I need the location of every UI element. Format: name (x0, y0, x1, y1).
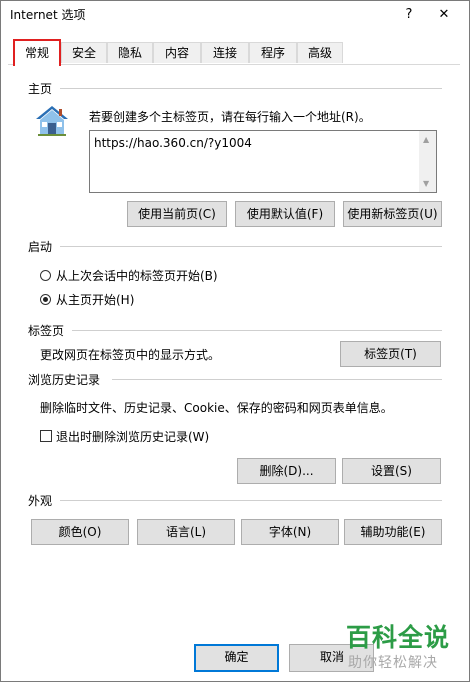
home-icon (34, 104, 70, 138)
tab-security[interactable]: 安全 (61, 42, 107, 63)
homepage-url-text: https://hao.360.cn/?y1004 (94, 136, 252, 150)
tabs-description: 更改网页在标签页中的显示方式。 (40, 348, 221, 362)
history-divider (112, 379, 442, 380)
tab-strip-baseline (8, 64, 460, 65)
tab-content[interactable]: 内容 (153, 42, 201, 63)
help-button[interactable]: ? (397, 4, 421, 26)
history-description: 删除临时文件、历史记录、Cookie、保存的密码和网页表单信息。 (40, 401, 393, 415)
use-new-tab-button[interactable]: 使用新标签页(U) (343, 201, 442, 227)
languages-button[interactable]: 语言(L) (137, 519, 235, 545)
tabs-divider (72, 330, 442, 331)
close-button[interactable]: ✕ (432, 4, 456, 26)
startup-divider (60, 246, 442, 247)
use-current-button[interactable]: 使用当前页(C) (127, 201, 227, 227)
history-settings-button[interactable]: 设置(S) (342, 458, 441, 484)
scroll-up-icon[interactable]: ▲ (423, 135, 429, 144)
watermark-logo: 百科全说 (346, 623, 451, 652)
homepage-divider (60, 88, 442, 89)
colors-button[interactable]: 颜色(O) (31, 519, 129, 545)
tabs-settings-button[interactable]: 标签页(T) (340, 341, 441, 367)
textarea-scrollbar[interactable]: ▲ ▼ (419, 131, 436, 192)
tab-programs[interactable]: 程序 (249, 42, 297, 63)
tab-advanced[interactable]: 高级 (297, 42, 343, 63)
window-title: Internet 选项 (10, 8, 86, 22)
radio-last-session-label: 从上次会话中的标签页开始(B) (56, 269, 218, 283)
homepage-section-label: 主页 (28, 82, 53, 96)
delete-on-exit-label: 退出时删除浏览历史记录(W) (56, 430, 210, 444)
homepage-instruction: 若要创建多个主标签页，请在每行输入一个地址(R)。 (89, 110, 371, 124)
appearance-divider (60, 500, 442, 501)
fonts-button[interactable]: 字体(N) (241, 519, 339, 545)
accessibility-button[interactable]: 辅助功能(E) (344, 519, 442, 545)
delete-on-exit-checkbox[interactable] (40, 430, 52, 442)
delete-history-button[interactable]: 删除(D)... (237, 458, 336, 484)
scroll-down-icon[interactable]: ▼ (423, 179, 429, 188)
tab-connections[interactable]: 连接 (201, 42, 249, 63)
tabs-section-label: 标签页 (28, 324, 65, 338)
radio-last-session[interactable] (40, 270, 51, 281)
tab-general[interactable]: 常规 (13, 39, 61, 66)
ok-button[interactable]: 确定 (194, 644, 279, 672)
watermark-slogan: 助你轻松解决 (348, 655, 438, 671)
history-section-label: 浏览历史记录 (28, 373, 101, 387)
startup-section-label: 启动 (28, 240, 53, 254)
radio-start-home[interactable] (40, 294, 51, 305)
appearance-section-label: 外观 (28, 494, 53, 508)
use-default-button[interactable]: 使用默认值(F) (235, 201, 335, 227)
radio-start-home-label: 从主页开始(H) (56, 293, 135, 307)
tab-privacy[interactable]: 隐私 (107, 42, 153, 63)
